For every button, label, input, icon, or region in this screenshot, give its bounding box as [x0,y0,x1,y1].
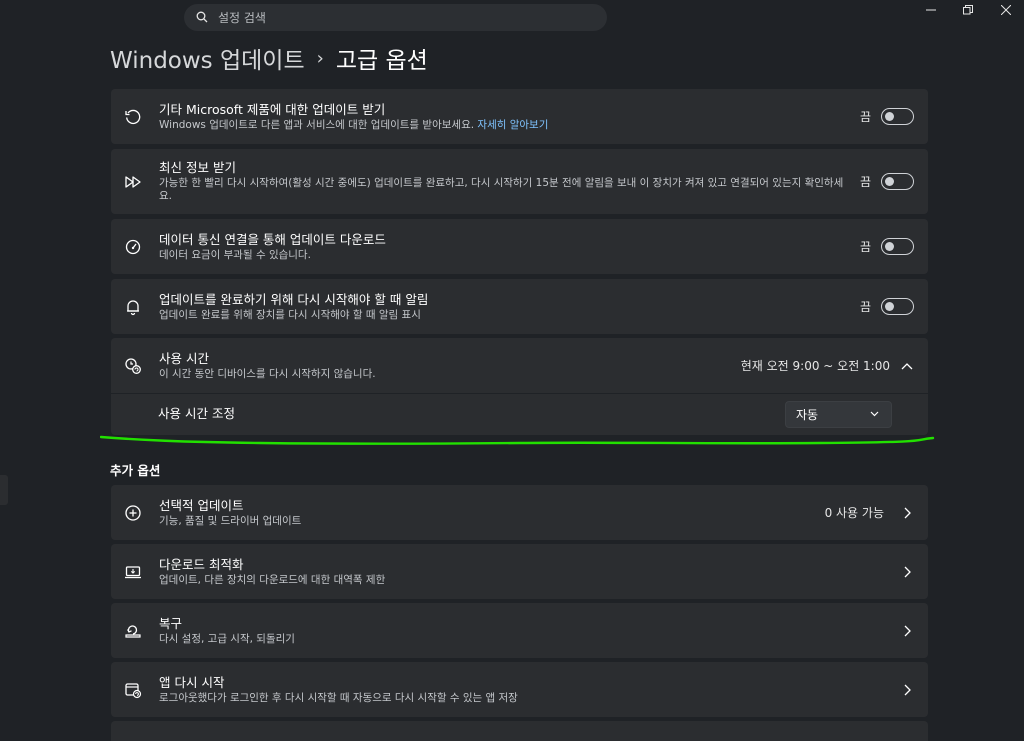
search-input[interactable] [218,10,578,25]
close-icon [1001,5,1011,15]
setting-restart-notify[interactable]: 업데이트를 완료하기 위해 다시 시작해야 할 때 알림 업데이트 완료를 위해… [111,279,928,334]
page-title: 고급 옵션 [335,48,428,74]
setting-subtitle: 데이터 요금이 부과될 수 있습니다. [159,248,311,261]
option-subtitle: 기능, 품질 및 드라이버 업데이트 [159,514,302,527]
active-hours-adjust-row: 사용 시간 조정 자동 [111,393,928,435]
section-heading: 추가 옵션 [110,463,161,478]
option-optional-updates[interactable]: 선택적 업데이트 기능, 품질 및 드라이버 업데이트 0 사용 가능 [111,485,928,540]
option-status: 0 사용 가능 [824,506,884,520]
active-hours-icon [123,356,143,376]
setting-subtitle: 업데이트 완료를 위해 장치를 다시 시작해야 할 때 알림 표시 [159,308,421,321]
option-next-partial[interactable] [111,721,928,741]
active-hours-value: 현재 오전 9:00 ~ 오전 1:00 [740,359,890,373]
breadcrumb-parent[interactable]: Windows 업데이트 [110,41,305,75]
option-app-restart[interactable]: 앱 다시 시작 로그아웃했다가 로그인한 후 다시 시작할 때 자동으로 다시 … [111,662,928,717]
setting-get-latest[interactable]: 최신 정보 받기 가능한 한 빨리 다시 시작하여(활성 시간 중에도) 업데이… [111,149,928,214]
search-icon [196,8,208,27]
setting-title: 데이터 통신 연결을 통해 업데이트 다운로드 [159,231,386,247]
setting-title: 업데이트를 완료하기 위해 다시 시작해야 할 때 알림 [159,291,429,307]
refresh-icon [123,107,143,127]
recovery-icon [123,621,143,641]
left-edge-tab [0,475,8,505]
gauge-icon [123,237,143,257]
minimize-icon [926,9,936,11]
toggle-state-label: 끔 [859,110,871,124]
option-subtitle: 다시 설정, 고급 시작, 되돌리기 [159,632,295,645]
option-title: 앱 다시 시작 [159,674,225,690]
setting-metered-download[interactable]: 데이터 통신 연결을 통해 업데이트 다운로드 데이터 요금이 부과될 수 있습… [111,219,928,274]
option-title: 복구 [159,615,183,631]
laptop-download-icon [123,562,143,582]
option-recovery[interactable]: 복구 다시 설정, 고급 시작, 되돌리기 [111,603,928,658]
setting-other-products[interactable]: 기타 Microsoft 제품에 대한 업데이트 받기 Windows 업데이트… [111,89,928,144]
plus-circle-icon [123,503,143,523]
breadcrumb-separator: › [316,47,324,69]
annotation-underline [100,435,935,445]
dropdown-value: 자동 [796,407,819,422]
toggle-switch[interactable] [881,238,914,255]
toggle-state-label: 끔 [859,175,871,189]
search-box[interactable] [184,4,607,31]
toggle-switch[interactable] [881,108,914,125]
app-restart-icon [123,680,143,700]
adjust-label: 사용 시간 조정 [158,406,235,421]
active-hours-header[interactable]: 사용 시간 이 시간 동안 디바이스를 다시 시작하지 않습니다. 현재 오전 … [111,338,928,393]
active-hours-dropdown[interactable]: 자동 [785,400,892,428]
chevron-right-icon [900,624,914,638]
option-delivery-optimization[interactable]: 다운로드 최적화 업데이트, 다른 장치의 다운로드에 대한 대역폭 제한 [111,544,928,599]
setting-subtitle: 가능한 한 빨리 다시 시작하여(활성 시간 중에도) 업데이트를 완료하고, … [159,177,844,202]
chevron-down-icon [870,411,879,417]
learn-more-link[interactable]: 자세히 알아보기 [477,119,548,131]
restore-button[interactable] [951,0,985,20]
bell-icon [123,297,143,317]
toggle-state-label: 끔 [859,240,871,254]
divider [111,393,928,394]
setting-title: 최신 정보 받기 [159,160,236,175]
toggle-switch[interactable] [881,173,914,190]
setting-subtitle: Windows 업데이트로 다른 앱과 서비스에 대한 업데이트를 받아보세요.… [159,118,549,131]
fast-forward-icon [123,172,143,192]
chevron-right-icon [900,506,914,520]
close-button[interactable] [989,0,1023,20]
setting-subtitle: 이 시간 동안 디바이스를 다시 시작하지 않습니다. [159,367,376,380]
option-subtitle: 업데이트, 다른 장치의 다운로드에 대한 대역폭 제한 [159,573,386,586]
toggle-switch[interactable] [881,298,914,315]
minimize-button[interactable] [914,0,948,20]
chevron-right-icon [900,683,914,697]
option-subtitle: 로그아웃했다가 로그인한 후 다시 시작할 때 자동으로 다시 시작할 수 있는… [159,691,518,704]
option-title: 선택적 업데이트 [159,497,244,513]
active-hours-card: 사용 시간 이 시간 동안 디바이스를 다시 시작하지 않습니다. 현재 오전 … [111,338,928,435]
chevron-right-icon [900,565,914,579]
toggle-state-label: 끔 [859,300,871,314]
option-title: 다운로드 최적화 [159,556,244,572]
breadcrumb: Windows 업데이트 › 고급 옵션 [110,40,428,76]
chevron-up-icon[interactable] [900,359,914,373]
restore-icon [963,5,973,15]
setting-title: 기타 Microsoft 제품에 대한 업데이트 받기 [159,101,386,117]
setting-title: 사용 시간 [159,350,209,366]
